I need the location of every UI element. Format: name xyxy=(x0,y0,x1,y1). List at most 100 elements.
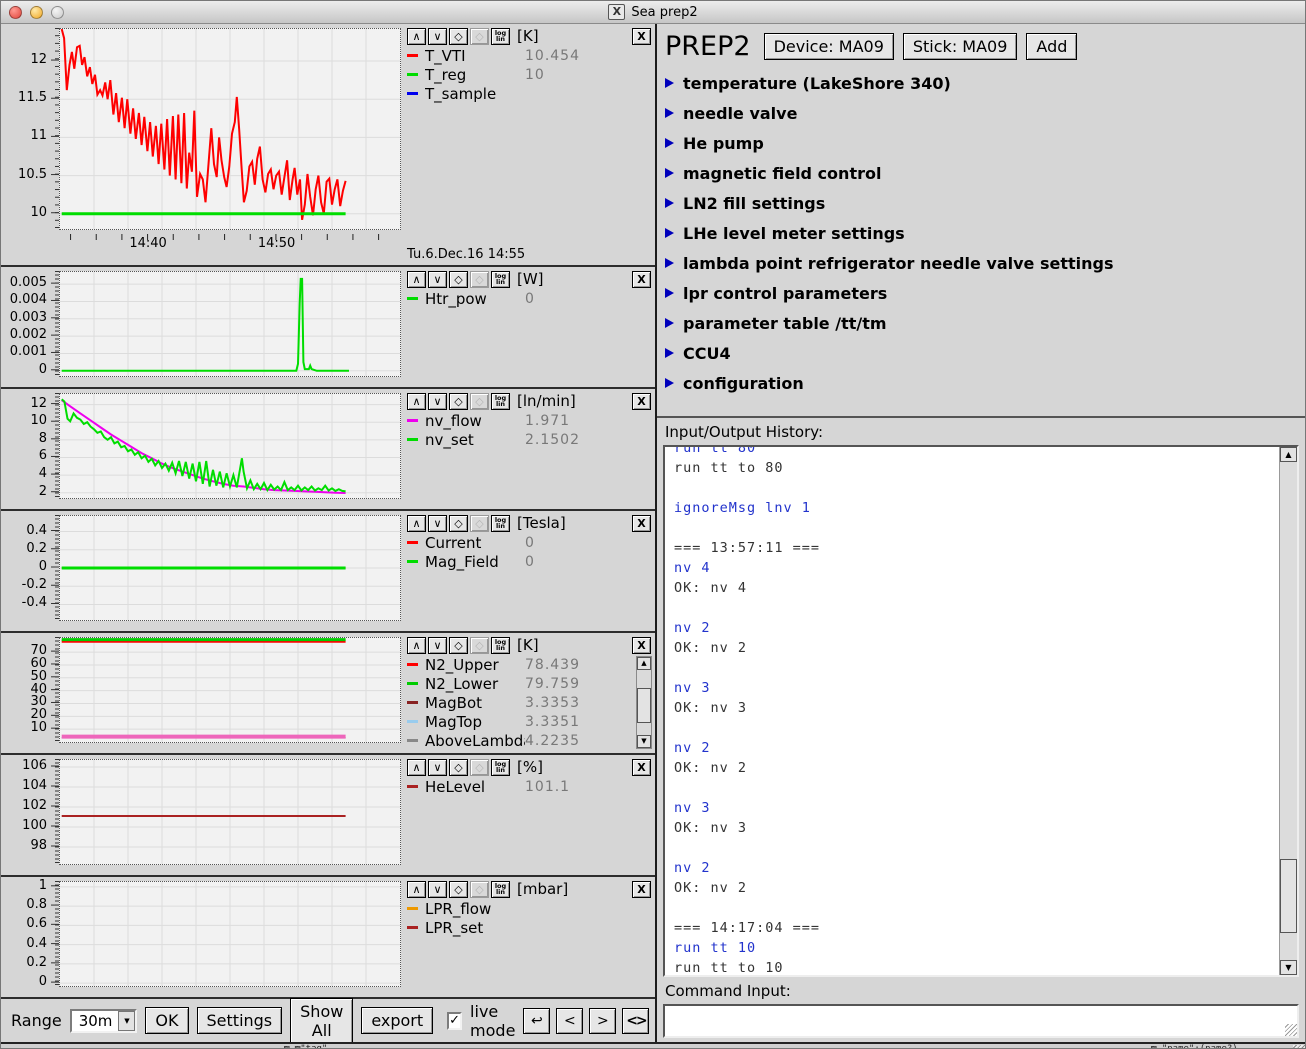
window-resize-grip-icon[interactable] xyxy=(1293,1045,1305,1049)
scroll-plot-up-button[interactable]: ∧ xyxy=(407,759,426,776)
legend-entry[interactable]: HeLevel101.1 xyxy=(407,777,653,796)
series-T_VTI xyxy=(62,29,346,220)
legend-entry[interactable]: nv_set2.1502 xyxy=(407,430,653,449)
close-chart-button[interactable]: X xyxy=(632,393,651,410)
page-back-button[interactable]: < xyxy=(556,1008,583,1034)
prep-list-item[interactable]: CCU4 xyxy=(657,338,1305,368)
resize-grip-icon[interactable] xyxy=(1285,1024,1297,1036)
legend-entry[interactable]: T_reg10 xyxy=(407,65,653,84)
zoom-out-diamond-button[interactable]: ◇ xyxy=(449,515,468,532)
command-input[interactable] xyxy=(665,1006,1297,1036)
scroll-plot-up-button[interactable]: ∧ xyxy=(407,393,426,410)
add-button[interactable]: Add xyxy=(1026,33,1077,60)
log-lin-toggle-button[interactable]: loglin xyxy=(491,759,510,776)
scroll-plot-down-button[interactable]: ∨ xyxy=(428,28,447,45)
zoom-out-diamond-button[interactable]: ◇ xyxy=(449,881,468,898)
page-forward-button[interactable]: > xyxy=(589,1008,616,1034)
settings-button[interactable]: Settings xyxy=(197,1007,283,1034)
plot[interactable] xyxy=(59,515,401,621)
series-name-label: AboveLambda xyxy=(425,732,525,750)
log-lin-toggle-button[interactable]: loglin xyxy=(491,271,510,288)
live-mode-checkbox[interactable]: ✓ xyxy=(447,1012,462,1030)
range-select[interactable]: 30m ▼ xyxy=(70,1009,138,1033)
zoom-out-diamond-button[interactable]: ◇ xyxy=(449,28,468,45)
io-history-console[interactable]: run tt 80run tt to 80 ignoreMsg lnv 1 ==… xyxy=(663,445,1299,977)
prep-list-item[interactable]: parameter table /tt/tm xyxy=(657,308,1305,338)
scroll-plot-up-button[interactable]: ∧ xyxy=(407,881,426,898)
scroll-plot-down-button[interactable]: ∨ xyxy=(428,393,447,410)
scroll-plot-down-button[interactable]: ∨ xyxy=(428,881,447,898)
scroll-plot-down-button[interactable]: ∨ xyxy=(428,271,447,288)
ok-button[interactable]: OK xyxy=(145,1007,188,1034)
prep-list-item[interactable]: He pump xyxy=(657,128,1305,158)
expand-triangle-icon xyxy=(665,198,674,208)
legend-entry[interactable]: LPR_flow xyxy=(407,899,653,918)
export-button[interactable]: export xyxy=(361,1007,433,1034)
scroll-plot-down-button[interactable]: ∨ xyxy=(428,515,447,532)
console-line: === 13:57:11 === xyxy=(674,538,1297,558)
console-scrollbar[interactable]: ▲ ▼ xyxy=(1279,447,1297,975)
prep-list-item[interactable]: temperature (LakeShore 340) xyxy=(657,68,1305,98)
prep-list-item[interactable]: LN2 fill settings xyxy=(657,188,1305,218)
prep-list-item[interactable]: lambda point refrigerator needle valve s… xyxy=(657,248,1305,278)
legend-entry[interactable]: T_sample xyxy=(407,84,653,103)
prep-list-item[interactable]: configuration xyxy=(657,368,1305,398)
plot[interactable] xyxy=(59,637,401,743)
legend-entry[interactable]: N2_Upper78.439 xyxy=(407,655,653,674)
device-button[interactable]: Device: MA09 xyxy=(764,33,894,60)
legend-entry[interactable]: T_VTI10.454 xyxy=(407,46,653,65)
prep-list-item[interactable]: magnetic field control xyxy=(657,158,1305,188)
plot[interactable] xyxy=(59,393,401,499)
reload-plot-button[interactable]: ↩ xyxy=(523,1008,550,1034)
legend-entry[interactable]: LPR_set xyxy=(407,918,653,937)
zoom-out-diamond-button[interactable]: ◇ xyxy=(449,393,468,410)
legend-entry[interactable]: MagBot3.3353 xyxy=(407,693,653,712)
scroll-plot-down-button[interactable]: ∨ xyxy=(428,759,447,776)
legend-entry[interactable]: Htr_pow0 xyxy=(407,289,653,308)
show-all-button[interactable]: Show All xyxy=(290,998,353,1044)
legend-entry[interactable]: Mag_Field0 xyxy=(407,552,653,571)
legend-entry[interactable]: AboveLambda4.2235 xyxy=(407,731,653,750)
prep-list-item[interactable]: needle valve xyxy=(657,98,1305,128)
close-chart-button[interactable]: X xyxy=(632,881,651,898)
legend-entry[interactable]: N2_Lower79.759 xyxy=(407,674,653,693)
plot[interactable] xyxy=(59,881,401,987)
plot[interactable] xyxy=(59,271,401,377)
log-lin-toggle-button[interactable]: loglin xyxy=(491,515,510,532)
plot[interactable] xyxy=(59,759,401,865)
log-lin-toggle-button[interactable]: loglin xyxy=(491,393,510,410)
scrollbar-down-icon[interactable]: ▼ xyxy=(1280,960,1297,975)
prep-list-item[interactable]: LHe level meter settings xyxy=(657,218,1305,248)
prep-list-item[interactable]: lpr control parameters xyxy=(657,278,1305,308)
stick-button[interactable]: Stick: MA09 xyxy=(903,33,1018,60)
zoom-out-diamond-button[interactable]: ◇ xyxy=(449,637,468,654)
plot[interactable] xyxy=(59,28,401,230)
y-tick-label: 2 xyxy=(39,484,47,499)
close-chart-button[interactable]: X xyxy=(632,759,651,776)
legend-scrollbar[interactable]: ▲▼ xyxy=(636,656,652,749)
scrollbar-thumb[interactable] xyxy=(1280,859,1297,933)
close-chart-button[interactable]: X xyxy=(632,515,651,532)
scrollbar-thumb[interactable] xyxy=(637,688,651,723)
scrollbar-down-icon[interactable]: ▼ xyxy=(637,735,651,748)
scrollbar-up-icon[interactable]: ▲ xyxy=(637,657,651,670)
log-lin-toggle-button[interactable]: loglin xyxy=(491,637,510,654)
scroll-plot-up-button[interactable]: ∧ xyxy=(407,515,426,532)
scroll-plot-down-button[interactable]: ∨ xyxy=(428,637,447,654)
expand-range-button[interactable]: <> xyxy=(622,1008,649,1034)
legend-entry[interactable]: MagTop3.3351 xyxy=(407,712,653,731)
scroll-plot-up-button[interactable]: ∧ xyxy=(407,637,426,654)
legend-entry[interactable]: nv_flow1.971 xyxy=(407,411,653,430)
zoom-out-diamond-button[interactable]: ◇ xyxy=(449,759,468,776)
legend-entry[interactable]: Current0 xyxy=(407,533,653,552)
window-titlebar[interactable]: X Sea prep2 xyxy=(1,1,1305,24)
zoom-out-diamond-button[interactable]: ◇ xyxy=(449,271,468,288)
close-chart-button[interactable]: X xyxy=(632,637,651,654)
log-lin-toggle-button[interactable]: loglin xyxy=(491,881,510,898)
scroll-plot-up-button[interactable]: ∧ xyxy=(407,28,426,45)
close-chart-button[interactable]: X xyxy=(632,271,651,288)
scroll-plot-up-button[interactable]: ∧ xyxy=(407,271,426,288)
close-chart-button[interactable]: X xyxy=(632,28,651,45)
log-lin-toggle-button[interactable]: loglin xyxy=(491,28,510,45)
scrollbar-up-icon[interactable]: ▲ xyxy=(1280,447,1297,462)
